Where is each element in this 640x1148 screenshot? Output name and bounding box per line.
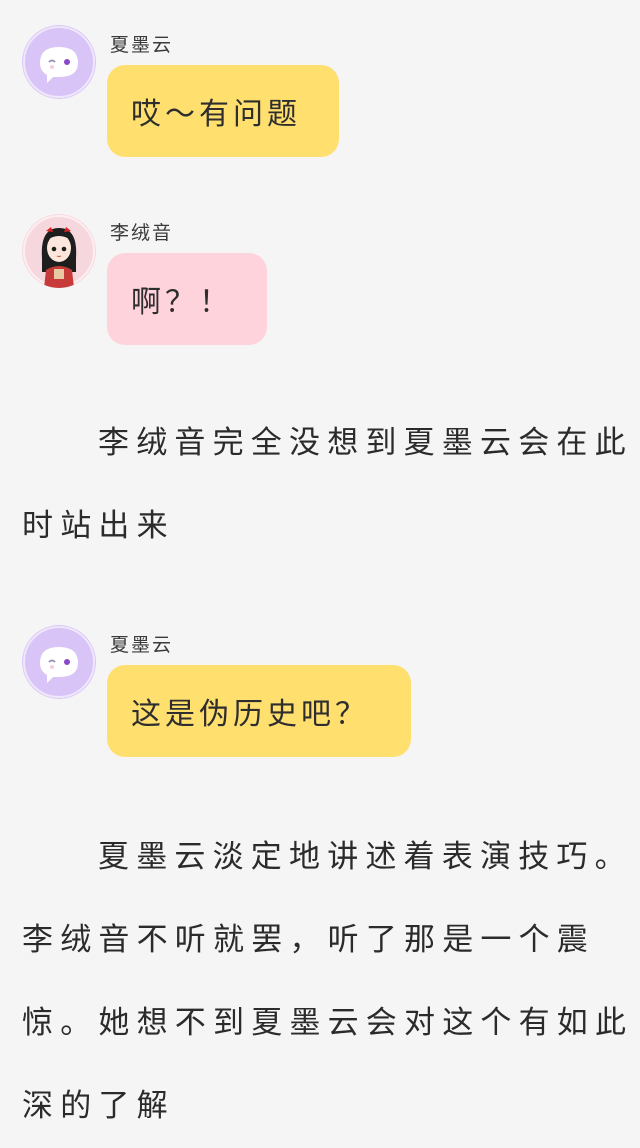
message-bubble[interactable]: 哎～有问题 (107, 65, 339, 157)
ghost-chat-icon (22, 625, 96, 699)
ghost-chat-icon (22, 25, 96, 99)
narration-paragraph: 夏墨云淡定地讲述着表演技巧。李绒音不听就罢，听了那是一个震惊。她想不到夏墨云会对… (22, 839, 634, 1124)
message-bubble[interactable]: 这是伪历史吧？ (107, 665, 411, 757)
sender-name: 夏墨云 (110, 34, 174, 56)
avatar[interactable] (22, 214, 96, 288)
sender-name: 李绒音 (110, 222, 174, 244)
message-bubble[interactable]: 啊？！ (107, 253, 267, 345)
avatar[interactable] (22, 25, 96, 99)
narration-paragraph: 李绒音完全没想到夏墨云会在此时站出来 (22, 425, 633, 544)
avatar[interactable] (22, 625, 96, 699)
girl-avatar-icon (22, 214, 96, 288)
sender-name: 夏墨云 (110, 634, 174, 656)
